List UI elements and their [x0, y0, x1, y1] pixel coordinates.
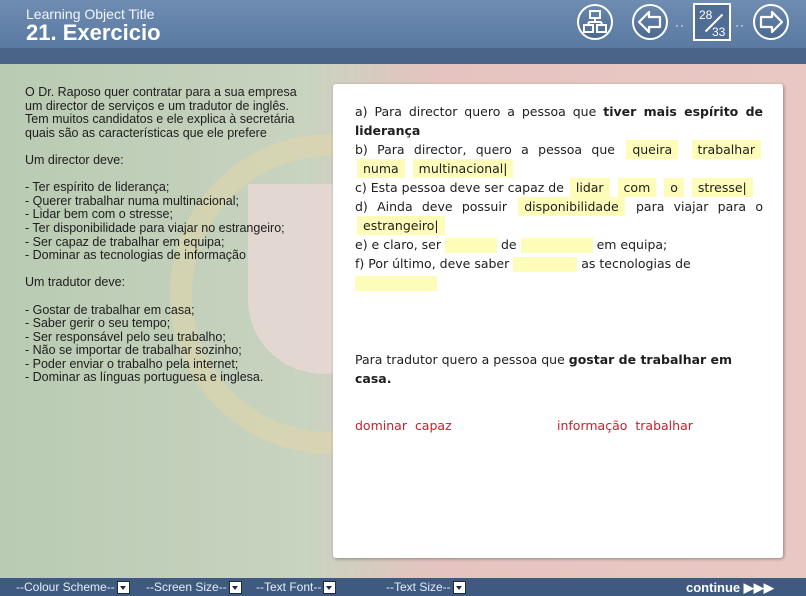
- colour-scheme-select[interactable]: --Colour Scheme--: [16, 580, 130, 595]
- empty-answer-blank[interactable]: [355, 276, 437, 291]
- exercise-panel: a) Para director quero a pessoa que tive…: [333, 84, 783, 558]
- sentence-d: d) Ainda deve possuir disponibilidade pa…: [355, 197, 763, 235]
- list-item: - Lidar bem com o stresse;: [25, 207, 173, 222]
- answer-blank[interactable]: o: [664, 178, 684, 197]
- word-bank-item[interactable]: informação: [557, 418, 627, 433]
- nav-dots-right: ··: [735, 18, 745, 32]
- previous-page-button[interactable]: [632, 4, 668, 40]
- translator-sentence: Para tradutor quero a pessoa que gostar …: [355, 350, 763, 388]
- list-item: - Gostar de trabalhar em casa;: [25, 302, 195, 317]
- select-label: --Text Size--: [386, 580, 451, 594]
- list-item: - Não se importar de trabalhar sozinho;: [25, 343, 242, 358]
- word-bank-item[interactable]: trabalhar: [635, 418, 693, 433]
- page-counter-current: 28: [699, 8, 713, 22]
- sentence-text: b) Para director, quero a pessoa que: [355, 142, 615, 157]
- page-title: 21. Exercicio: [26, 20, 161, 45]
- sentence-f: f) Por último, deve saber as tecnologias…: [355, 254, 763, 292]
- word-bank-item[interactable]: dominar: [355, 418, 407, 433]
- sentence-text: d) Ainda deve possuir: [355, 199, 507, 214]
- exercise-sentences: a) Para director quero a pessoa que tive…: [355, 102, 763, 292]
- sentence-text: a) Para director quero a pessoa que: [355, 104, 597, 119]
- header-bar: Learning Object Title 21. Exercicio ·· 2…: [0, 0, 806, 48]
- sentence-text: e) e claro, ser: [355, 237, 442, 252]
- text-font-select[interactable]: --Text Font--: [256, 580, 337, 595]
- list-item: - Ser capaz de trabalhar em equipa;: [25, 234, 225, 249]
- select-label: --Screen Size--: [146, 580, 227, 594]
- dropdown-arrow-icon[interactable]: [452, 581, 466, 595]
- instructions-text: O Dr. Raposo quer contratar para a sua e…: [25, 85, 315, 385]
- list-item: - Dominar as tecnologias de informação: [25, 248, 246, 263]
- answer-blank[interactable]: lidar: [569, 178, 610, 197]
- sentence-c: c) Esta pessoa deve ser capaz de lidar c…: [355, 178, 763, 197]
- sentence-text: f) Por último, deve saber: [355, 256, 510, 271]
- dropdown-arrow-icon[interactable]: [228, 581, 242, 595]
- answer-blank[interactable]: com: [617, 178, 657, 197]
- word-bank-left: dominar capaz: [355, 418, 456, 433]
- sentence-text: as tecnologias de: [581, 256, 691, 271]
- translator-heading: Um tradutor deve:: [25, 275, 126, 290]
- sentence-text: c) Esta pessoa deve ser capaz de: [355, 180, 564, 195]
- answer-blank[interactable]: disponibilidade: [518, 197, 625, 216]
- sentence-text: Para tradutor quero a pessoa que: [355, 352, 565, 367]
- answer-blank[interactable]: trabalhar: [691, 140, 761, 159]
- nav-dots-left: ··: [675, 18, 685, 32]
- sentence-e: e) e claro, ser de em equipa;: [355, 235, 763, 254]
- arrow-left-icon: [637, 10, 662, 34]
- menu-button[interactable]: [577, 4, 613, 40]
- word-bank-right: informação trabalhar: [557, 418, 697, 433]
- answer-blank[interactable]: queira: [626, 140, 679, 159]
- list-item: - Saber gerir o seu tempo;: [25, 316, 171, 331]
- sentence-text: de: [500, 237, 517, 252]
- select-label: --Text Font--: [256, 580, 322, 594]
- answer-blank[interactable]: multinacional|: [412, 159, 514, 178]
- empty-answer-blank[interactable]: [445, 238, 497, 253]
- footer-bar: --Colour Scheme-- --Screen Size-- --Text…: [0, 578, 806, 596]
- answer-blank[interactable]: estrangeiro|: [357, 216, 445, 235]
- answer-blank[interactable]: stresse|: [691, 178, 753, 197]
- dropdown-arrow-icon[interactable]: [116, 581, 130, 595]
- page-counter-total: 33: [712, 25, 726, 39]
- intro-paragraph: O Dr. Raposo quer contratar para a sua e…: [25, 85, 297, 140]
- director-heading: Um director deve:: [25, 152, 124, 167]
- answer-blank[interactable]: numa: [357, 159, 405, 178]
- next-page-button[interactable]: [753, 4, 789, 40]
- list-item: - Ter espírito de liderança;: [25, 180, 170, 195]
- word-bank-item[interactable]: capaz: [415, 418, 452, 433]
- menu-structure-icon: [583, 10, 607, 33]
- continue-button[interactable]: continue ▶▶▶: [686, 580, 774, 596]
- screen-size-select[interactable]: --Screen Size--: [146, 580, 242, 595]
- empty-answer-blank[interactable]: [513, 257, 578, 272]
- sentence-b: b) Para director, quero a pessoa que que…: [355, 140, 763, 178]
- select-label: --Colour Scheme--: [16, 580, 115, 594]
- sentence-a: a) Para director quero a pessoa que tive…: [355, 102, 763, 140]
- arrow-right-icon: [759, 10, 784, 34]
- list-item: - Querer trabalhar numa multinacional;: [25, 193, 239, 208]
- list-item: - Poder enviar o trabalho pela internet;: [25, 356, 239, 371]
- empty-answer-blank[interactable]: [520, 238, 593, 253]
- list-item: - Ter disponibilidade para viajar no est…: [25, 220, 285, 235]
- dropdown-arrow-icon[interactable]: [323, 581, 337, 595]
- list-item: - Ser responsável pelo seu trabalho;: [25, 329, 226, 344]
- page-counter: 28 33: [693, 3, 731, 41]
- text-size-select[interactable]: --Text Size--: [386, 580, 466, 595]
- sentence-text: para viajar para o: [635, 199, 763, 214]
- sentence-text: em equipa;: [596, 237, 668, 252]
- list-item: - Dominar as línguas portuguesa e ingles…: [25, 370, 264, 385]
- header-separator: [0, 48, 806, 64]
